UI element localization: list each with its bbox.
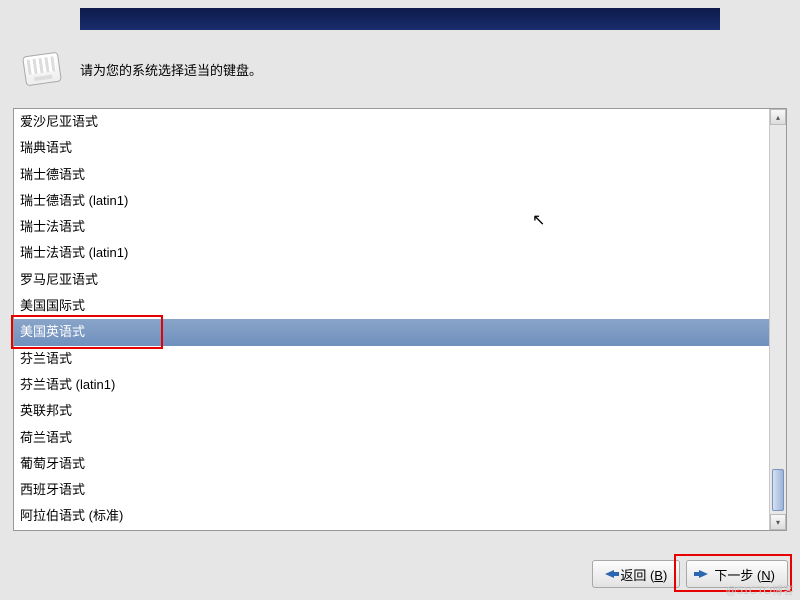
scroll-thumb[interactable] — [772, 469, 784, 511]
keyboard-layout-item[interactable]: 美国国际式 — [14, 293, 769, 319]
prompt-text: 请为您的系统选择适当的键盘。 — [80, 60, 262, 79]
keyboard-icon — [22, 52, 62, 87]
scrollbar[interactable]: ▴ ▾ — [769, 109, 786, 530]
keyboard-layout-item[interactable]: 葡萄牙语式 — [14, 451, 769, 477]
keyboard-layout-item[interactable]: 西班牙语式 — [14, 477, 769, 503]
arrow-left-icon — [605, 570, 614, 578]
back-button[interactable]: 返回 (B) — [592, 560, 680, 588]
next-button-label: 下一步 (N) — [714, 565, 775, 584]
keyboard-layout-item[interactable]: 荷兰语式 — [14, 425, 769, 451]
prompt-row: 请为您的系统选择适当的键盘。 — [24, 54, 262, 84]
keyboard-layout-item[interactable]: 美国英语式 — [14, 319, 769, 345]
keyboard-layout-item[interactable]: 阿拉伯语式 (标准) — [14, 503, 769, 529]
keyboard-layout-item[interactable]: 瑞士法语式 (latin1) — [14, 240, 769, 266]
next-button[interactable]: 下一步 (N) — [686, 560, 788, 588]
keyboard-layout-item[interactable]: 爱沙尼亚语式 — [14, 109, 769, 135]
keyboard-layout-item[interactable]: 瑞士德语式 — [14, 162, 769, 188]
keyboard-layout-item[interactable]: 芬兰语式 — [14, 346, 769, 372]
keyboard-layout-item[interactable]: 罗马尼亚语式 — [14, 267, 769, 293]
keyboard-layout-item[interactable]: 芬兰语式 (latin1) — [14, 372, 769, 398]
scroll-down-button[interactable]: ▾ — [770, 514, 786, 530]
scroll-up-button[interactable]: ▴ — [770, 109, 786, 125]
keyboard-layout-listbox[interactable]: 爱沙尼亚语式瑞典语式瑞士德语式瑞士德语式 (latin1)瑞士法语式瑞士法语式 … — [14, 109, 769, 530]
back-button-label: 返回 (B) — [620, 565, 667, 584]
button-bar: 返回 (B) 下一步 (N) — [592, 560, 788, 588]
keyboard-layout-item[interactable]: 瑞士法语式 — [14, 214, 769, 240]
keyboard-layout-item[interactable]: 瑞士德语式 (latin1) — [14, 188, 769, 214]
top-banner — [80, 8, 720, 30]
arrow-right-icon — [699, 570, 708, 578]
keyboard-layout-item[interactable]: 瑞典语式 — [14, 135, 769, 161]
keyboard-layout-list: 爱沙尼亚语式瑞典语式瑞士德语式瑞士德语式 (latin1)瑞士法语式瑞士法语式 … — [13, 108, 787, 531]
keyboard-layout-item[interactable]: 英联邦式 — [14, 398, 769, 424]
